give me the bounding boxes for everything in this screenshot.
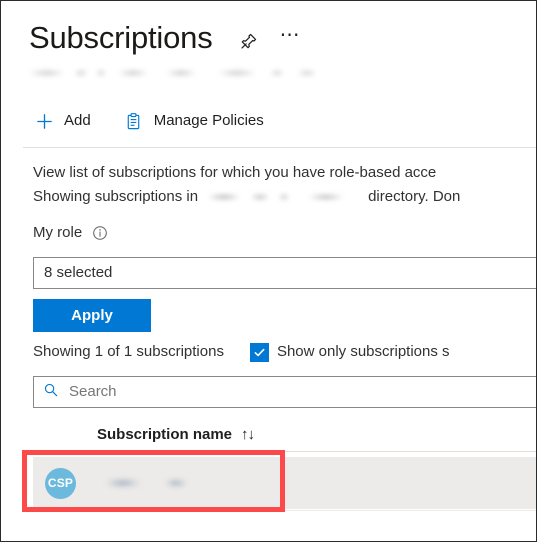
manage-policies-button[interactable]: Manage Policies (119, 103, 274, 139)
subscription-name-redacted (97, 476, 195, 490)
table-row[interactable]: CSP (33, 457, 536, 509)
title-icon-group: ⋯ (235, 15, 305, 61)
my-role-select[interactable]: 8 selected (33, 257, 536, 289)
title-row: Subscriptions ⋯ (1, 1, 536, 61)
add-button[interactable]: Add (29, 103, 101, 139)
command-bar: Add Manage Policies (29, 103, 274, 139)
directory-name-redacted (204, 189, 363, 205)
plus-icon (33, 110, 55, 132)
search-icon (43, 382, 59, 403)
subtitle-redacted (29, 65, 334, 81)
page-header: Subscriptions ⋯ (1, 1, 536, 81)
apply-button[interactable]: Apply (33, 299, 151, 332)
my-role-label: My role (33, 224, 83, 241)
description-line-2-suffix: directory. Don (368, 188, 461, 205)
sort-arrows-icon[interactable]: ↑↓ (241, 425, 255, 445)
clipboard-icon (123, 110, 145, 132)
manage-policies-label: Manage Policies (153, 112, 264, 129)
page-title: Subscriptions (29, 20, 213, 55)
table-column-header-subscription-name[interactable]: Subscription name ↑↓ (97, 425, 255, 445)
toolbar-divider (23, 147, 536, 148)
search-input[interactable] (67, 381, 536, 403)
search-box[interactable] (33, 376, 536, 408)
pin-icon[interactable] (235, 27, 263, 55)
my-role-row: My role (33, 223, 108, 243)
ellipsis-icon[interactable]: ⋯ (277, 21, 305, 61)
description-line-2: Showing subscriptions in directory. Don (33, 185, 536, 209)
my-role-select-value: 8 selected (44, 264, 113, 281)
add-button-label: Add (64, 112, 91, 129)
description-line-1: View list of subscriptions for which you… (33, 164, 437, 181)
table-header-rule (33, 451, 536, 452)
description-text: View list of subscriptions for which you… (33, 161, 536, 209)
screenshot-frame: Subscriptions ⋯ Add Manage Policies View… (0, 0, 537, 542)
csp-badge: CSP (45, 467, 76, 499)
showing-count-text: Showing 1 of 1 subscriptions (33, 343, 224, 360)
description-line-2-prefix: Showing subscriptions in (33, 188, 199, 205)
subscriptions-page: Subscriptions ⋯ Add Manage Policies View… (1, 1, 536, 541)
show-only-subscriptions-checkbox[interactable]: Show only subscriptions s (249, 342, 450, 362)
table-row-rule (33, 510, 536, 511)
checkbox-label: Show only subscriptions s (276, 343, 450, 360)
checkbox-box (249, 342, 269, 362)
showing-row: Showing 1 of 1 subscriptions Show only s… (33, 342, 450, 362)
column-header-label: Subscription name (97, 426, 233, 443)
info-icon[interactable] (92, 225, 108, 241)
